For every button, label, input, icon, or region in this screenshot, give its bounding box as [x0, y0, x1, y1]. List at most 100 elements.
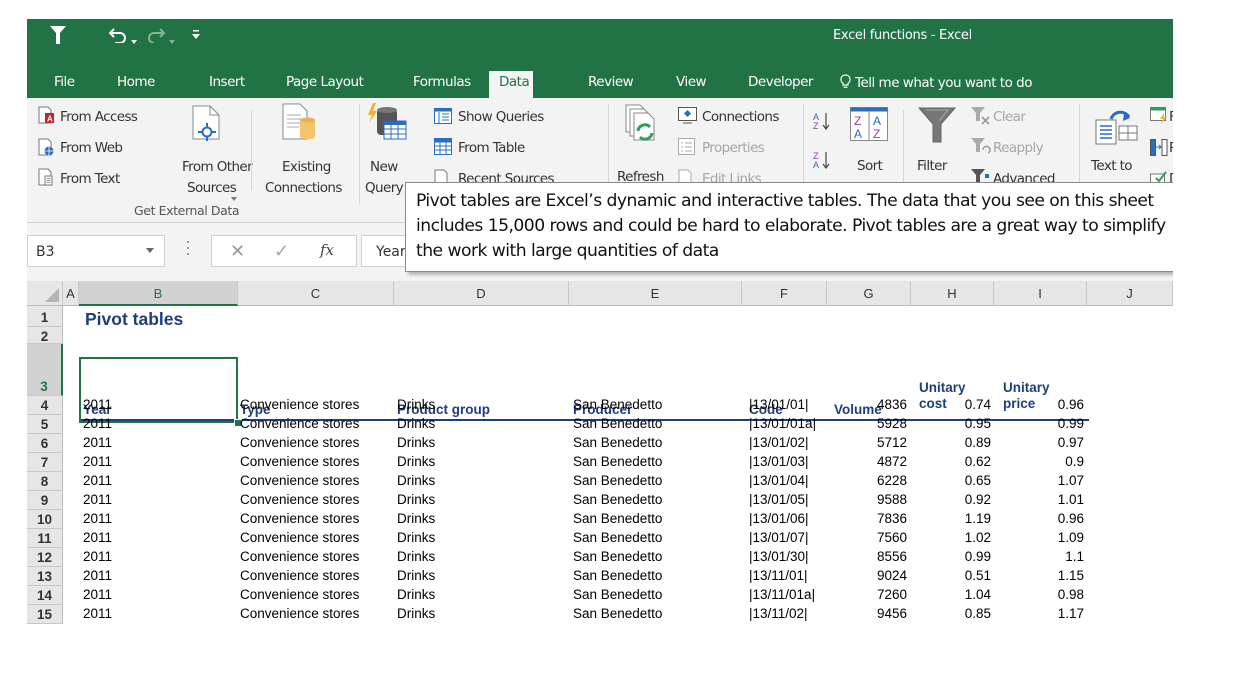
tab-formulas[interactable]: Formulas	[413, 74, 471, 90]
cell-price[interactable]: 1.17	[1058, 606, 1084, 621]
cell-price[interactable]: 0.98	[1058, 587, 1084, 602]
cell-group[interactable]: Drinks	[397, 606, 435, 621]
cell-group[interactable]: Drinks	[397, 397, 435, 412]
show-queries-button[interactable]: Show Queries	[458, 109, 544, 125]
cell-year[interactable]: 2011	[83, 492, 112, 507]
row-header-11[interactable]: 11	[27, 529, 63, 548]
cell-group[interactable]: Drinks	[397, 435, 435, 450]
tab-data[interactable]: Data	[489, 71, 533, 98]
cell-type[interactable]: Convenience stores	[240, 454, 359, 469]
column-header-c[interactable]: C	[238, 281, 394, 306]
cell-year[interactable]: 2011	[83, 454, 112, 469]
cell-cost[interactable]: 0.65	[965, 473, 991, 488]
cell-type[interactable]: Convenience stores	[240, 606, 359, 621]
cell-year[interactable]: 2011	[83, 511, 112, 526]
cell-price[interactable]: 1.1	[1065, 549, 1084, 564]
cell-cost[interactable]: 0.95	[965, 416, 991, 431]
cell-price[interactable]: 1.01	[1058, 492, 1084, 507]
cell-cost[interactable]: 1.19	[965, 511, 991, 526]
cell-producer[interactable]: San Benedetto	[573, 549, 662, 564]
column-header-g[interactable]: G	[827, 281, 911, 306]
cell-producer[interactable]: San Benedetto	[573, 492, 662, 507]
chevron-down-icon[interactable]	[146, 248, 154, 253]
sort-a-to-z-icon[interactable]: AZ	[813, 111, 831, 136]
row-header-9[interactable]: 9	[27, 491, 63, 510]
cell-type[interactable]: Convenience stores	[240, 549, 359, 564]
cell-producer[interactable]: San Benedetto	[573, 587, 662, 602]
cell-year[interactable]: 2011	[83, 397, 112, 412]
cell-code[interactable]: |13/01/07|	[749, 530, 809, 545]
cell-cost[interactable]: 0.99	[965, 549, 991, 564]
cell-producer[interactable]: San Benedetto	[573, 473, 662, 488]
column-header-b[interactable]: B	[79, 281, 238, 306]
cell-code[interactable]: |13/01/01|	[749, 397, 809, 412]
cell-price[interactable]: 0.9	[1065, 454, 1084, 469]
cell-group[interactable]: Drinks	[397, 454, 435, 469]
cell-price[interactable]: 0.96	[1058, 511, 1084, 526]
cell-price[interactable]: 1.07	[1058, 473, 1084, 488]
cell-volume[interactable]: 4836	[877, 397, 907, 412]
cell-producer[interactable]: San Benedetto	[573, 454, 662, 469]
cell-code[interactable]: |13/01/01a|	[749, 416, 816, 431]
cell-volume[interactable]: 7836	[877, 511, 907, 526]
active-cell-b3[interactable]	[79, 357, 238, 423]
row-header-5[interactable]: 5	[27, 415, 63, 434]
row-header-10[interactable]: 10	[27, 510, 63, 529]
cell-producer[interactable]: San Benedetto	[573, 530, 662, 545]
from-table-button[interactable]: From Table	[458, 140, 525, 156]
row-header-4[interactable]: 4	[27, 396, 63, 415]
cell-group[interactable]: Drinks	[397, 473, 435, 488]
from-web-button[interactable]: From Web	[60, 140, 123, 156]
row-header-7[interactable]: 7	[27, 453, 63, 472]
cancel-icon[interactable]: ✕	[230, 241, 245, 262]
header-volume[interactable]: Volume	[834, 402, 882, 418]
tab-insert[interactable]: Insert	[209, 74, 245, 90]
cell-code[interactable]: |13/11/02|	[749, 606, 808, 621]
column-header-a[interactable]: A	[63, 281, 79, 306]
tab-page-layout[interactable]: Page Layout	[286, 74, 364, 90]
header-unitary-price[interactable]: Unitary price	[1003, 380, 1050, 412]
cell-volume[interactable]: 9588	[877, 492, 907, 507]
cell-producer[interactable]: San Benedetto	[573, 511, 662, 526]
column-header-h[interactable]: H	[911, 281, 994, 306]
flash-fill-button[interactable]: Fl	[1169, 109, 1173, 125]
cell-type[interactable]: Convenience stores	[240, 473, 359, 488]
cell-volume[interactable]: 7560	[877, 530, 907, 545]
row-header-3[interactable]: 3	[27, 344, 63, 396]
tab-review[interactable]: Review	[588, 74, 634, 90]
cell-cost[interactable]: 0.62	[965, 454, 991, 469]
cell-group[interactable]: Drinks	[397, 587, 435, 602]
cell-code[interactable]: |13/11/01a|	[749, 587, 815, 602]
tab-view[interactable]: View	[676, 74, 707, 90]
tab-file[interactable]: File	[54, 74, 75, 90]
column-header-d[interactable]: D	[394, 281, 569, 306]
cell-cost[interactable]: 1.04	[965, 587, 991, 602]
cell-volume[interactable]: 6228	[877, 473, 907, 488]
cell-group[interactable]: Drinks	[397, 568, 435, 583]
tab-home[interactable]: Home	[117, 74, 155, 90]
cell-price[interactable]: 0.97	[1058, 435, 1084, 450]
cell-cost[interactable]: 0.85	[965, 606, 991, 621]
connections-button[interactable]: Connections	[702, 109, 779, 125]
cell-year[interactable]: 2011	[83, 435, 112, 450]
cell-volume[interactable]: 4872	[877, 454, 907, 469]
from-text-button[interactable]: From Text	[60, 171, 120, 187]
remove-duplicates-button[interactable]: Re	[1169, 140, 1173, 156]
cell-volume[interactable]: 9456	[877, 606, 907, 621]
cell-cost[interactable]: 0.74	[965, 397, 991, 412]
column-header-i[interactable]: I	[994, 281, 1087, 306]
undo-icon[interactable]	[108, 25, 127, 48]
cell-producer[interactable]: San Benedetto	[573, 435, 662, 450]
reapply-button[interactable]: Reapply	[993, 140, 1044, 156]
cell-producer[interactable]: San Benedetto	[573, 606, 662, 621]
cell-price[interactable]: 0.99	[1058, 416, 1084, 431]
cell-volume[interactable]: 8556	[877, 549, 907, 564]
cell-type[interactable]: Convenience stores	[240, 511, 359, 526]
column-header-j[interactable]: J	[1087, 281, 1173, 306]
cell-type[interactable]: Convenience stores	[240, 435, 359, 450]
cell-group[interactable]: Drinks	[397, 492, 435, 507]
cell-cost[interactable]: 0.89	[965, 435, 991, 450]
cell-year[interactable]: 2011	[83, 549, 112, 564]
cell-type[interactable]: Convenience stores	[240, 397, 359, 412]
cell-year[interactable]: 2011	[83, 606, 112, 621]
